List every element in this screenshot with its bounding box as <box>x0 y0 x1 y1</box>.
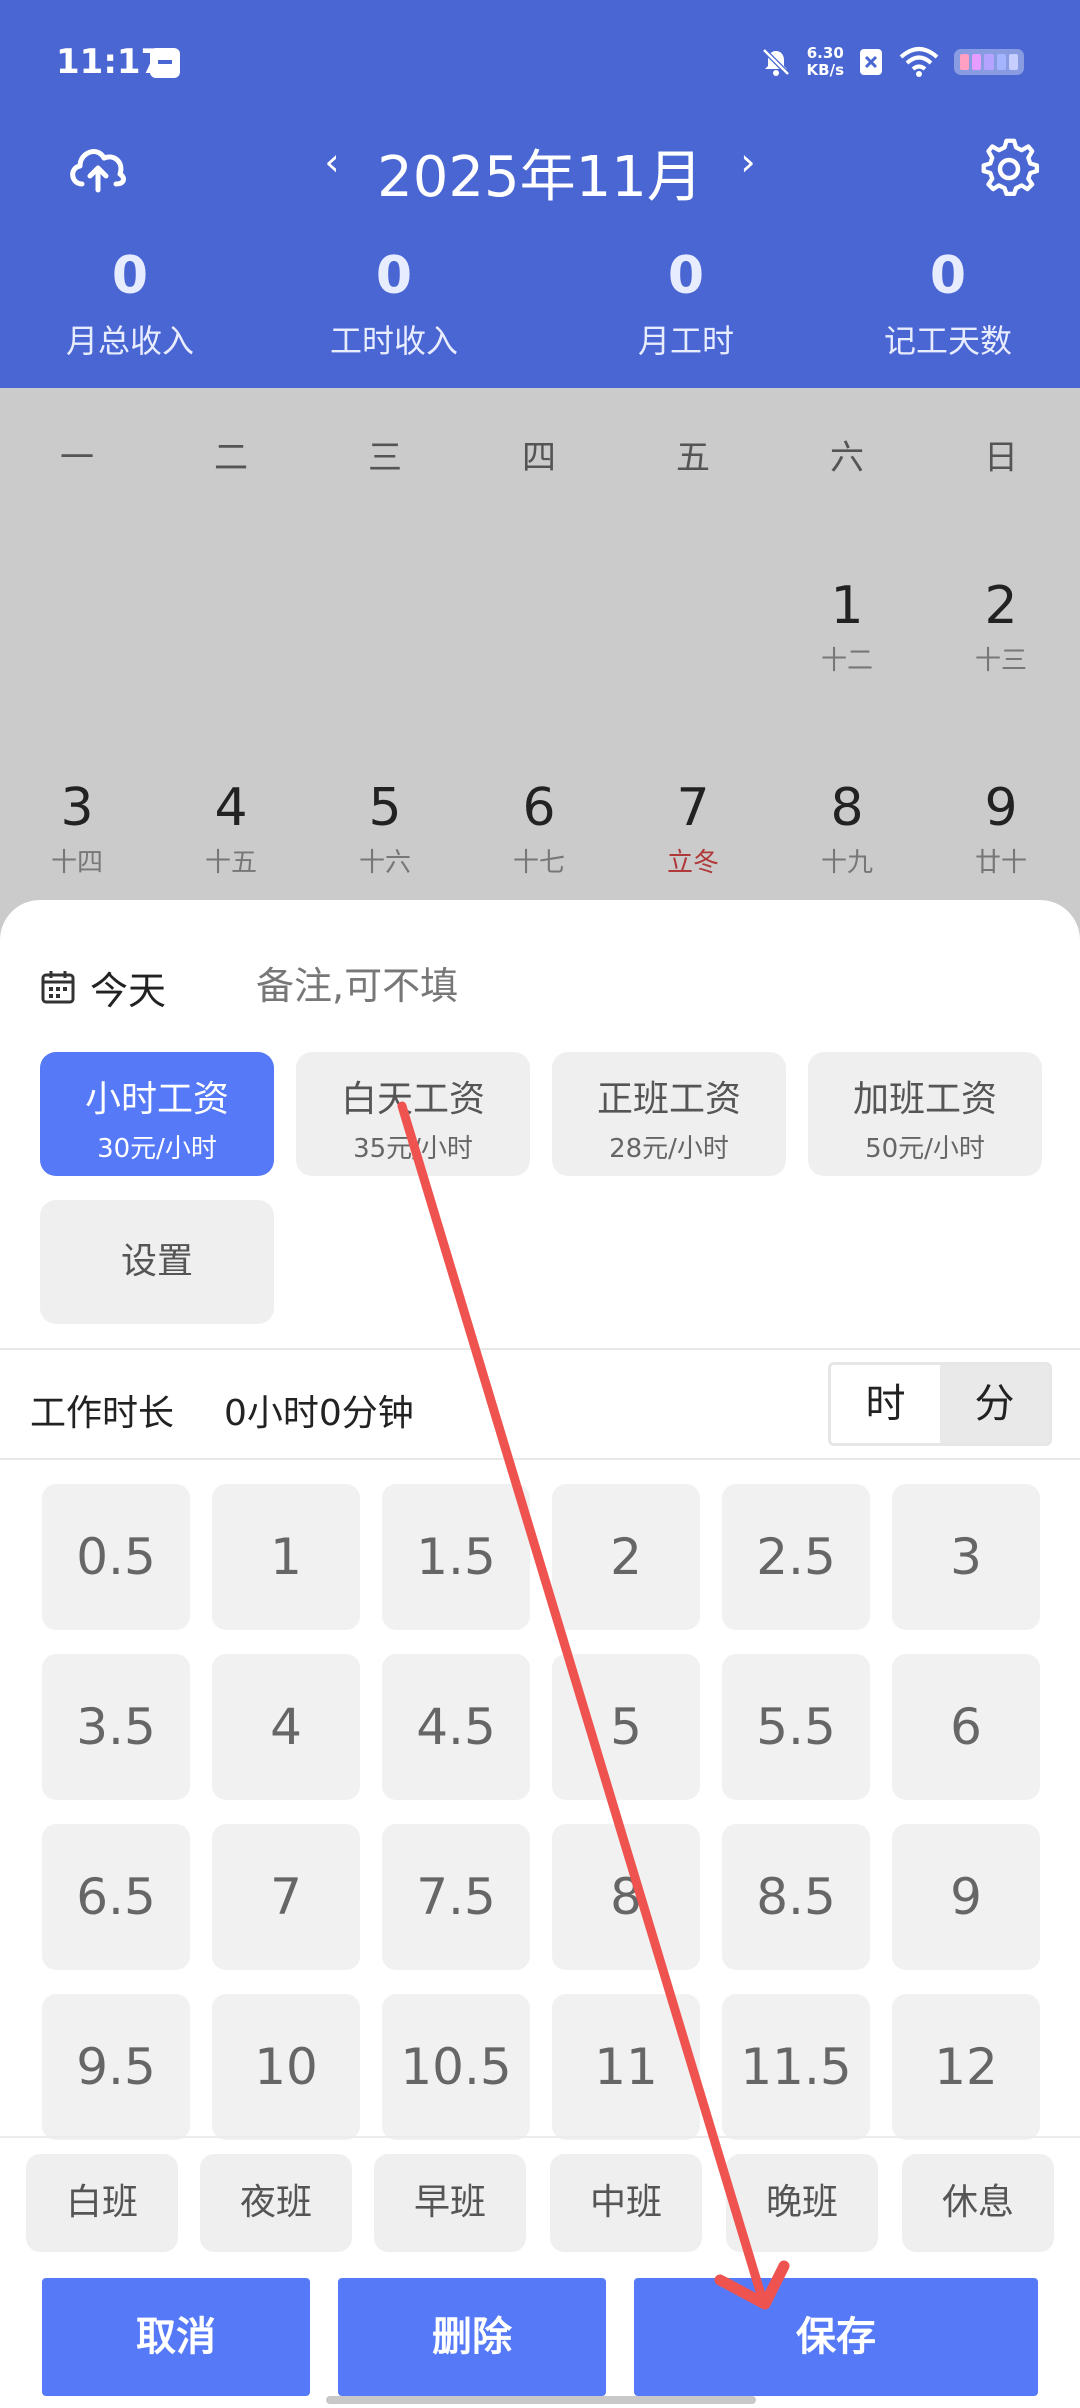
hour-option[interactable]: 5.5 <box>722 1654 870 1800</box>
wage-option-hourly[interactable]: 小时工资 30元/小时 <box>40 1052 274 1176</box>
hour-option[interactable]: 3 <box>892 1484 1040 1630</box>
hour-option[interactable]: 1.5 <box>382 1484 530 1630</box>
hour-option[interactable]: 10.5 <box>382 1994 530 2140</box>
next-month-button[interactable]: › <box>728 140 768 184</box>
hour-option[interactable]: 10 <box>212 1994 360 2140</box>
summary-hourly-income: 0 工时收入 <box>329 246 458 360</box>
unit-toggle: 时 分 <box>828 1362 1052 1446</box>
calendar-day[interactable]: 3 十四 <box>0 778 154 879</box>
calendar-day[interactable]: 4 十五 <box>154 778 308 879</box>
unit-minute-button[interactable]: 分 <box>940 1365 1049 1443</box>
hour-option[interactable]: 7.5 <box>382 1824 530 1970</box>
delete-button[interactable]: 删除 <box>338 2278 606 2396</box>
summary-work-days: 0 记工天数 <box>883 246 1012 360</box>
calendar-icon <box>41 971 75 1004</box>
calendar-day[interactable]: 1 十二 <box>770 576 924 677</box>
month-title: 2025年11月 <box>377 145 703 210</box>
solar-term-label: 立冬 <box>666 848 719 878</box>
hour-option[interactable]: 3.5 <box>42 1654 190 1800</box>
date-label: 今天 <box>90 968 167 1013</box>
weekday-label: 二 <box>214 438 248 478</box>
hour-option[interactable]: 7 <box>212 1824 360 1970</box>
hour-option[interactable]: 2.5 <box>722 1484 870 1630</box>
hour-option[interactable]: 4.5 <box>382 1654 530 1800</box>
weekday-label: 五 <box>676 438 710 478</box>
gear-icon[interactable] <box>978 138 1040 200</box>
unit-hour-button[interactable]: 时 <box>831 1365 940 1443</box>
summary-month-hours: 0 月工时 <box>637 246 734 360</box>
calendar-day[interactable]: 2 十三 <box>924 576 1078 677</box>
date-selector[interactable]: 今天 <box>40 960 166 1014</box>
hour-option[interactable]: 5 <box>552 1654 700 1800</box>
hour-option[interactable]: 1 <box>212 1484 360 1630</box>
hour-option[interactable]: 6.5 <box>42 1824 190 1970</box>
cancel-button[interactable]: 取消 <box>42 2278 310 2396</box>
hour-option[interactable]: 6 <box>892 1654 1040 1800</box>
notification-app-icon <box>150 48 180 78</box>
status-time: 11:17 <box>56 42 165 82</box>
home-indicator <box>326 2396 756 2404</box>
hour-option[interactable]: 9.5 <box>42 1994 190 2140</box>
duration-label: 工作时长 <box>30 1393 175 1434</box>
status-bar: 11:17 6.30 KB/s <box>0 0 1080 128</box>
network-speed: 6.30 KB/s <box>806 44 844 79</box>
note-input[interactable] <box>256 956 756 1016</box>
hour-option[interactable]: 12 <box>892 1994 1040 2140</box>
calendar-day[interactable]: 7 立冬 <box>616 778 770 879</box>
hour-option[interactable]: 8.5 <box>722 1824 870 1970</box>
weekday-label: 日 <box>984 438 1018 478</box>
summary-month-income: 0 月总收入 <box>65 246 194 360</box>
app-header: 11:17 6.30 KB/s ‹ 2025年11月 › 0 月总收入 0 工时… <box>0 0 1080 388</box>
weekday-label: 三 <box>368 438 402 478</box>
hour-option[interactable]: 8 <box>552 1824 700 1970</box>
cloud-upload-icon[interactable] <box>66 138 130 198</box>
hour-option[interactable]: 4 <box>212 1654 360 1800</box>
wage-option-overtime[interactable]: 加班工资 50元/小时 <box>808 1052 1042 1176</box>
hour-option[interactable]: 9 <box>892 1824 1040 1970</box>
bell-muted-icon <box>761 48 790 76</box>
weekday-label: 一 <box>60 438 94 478</box>
calendar-day[interactable]: 6 十七 <box>462 778 616 879</box>
wage-option-regular[interactable]: 正班工资 28元/小时 <box>552 1052 786 1176</box>
calendar-day[interactable]: 5 十六 <box>308 778 462 879</box>
shift-day-button[interactable]: 白班 <box>26 2154 178 2252</box>
weekday-header: 一 二 三 四 五 六 日 <box>0 430 1080 490</box>
sim-off-icon <box>860 49 882 75</box>
save-button[interactable]: 保存 <box>634 2278 1038 2396</box>
weekday-label: 四 <box>522 438 556 478</box>
wage-settings-button[interactable]: 设置 <box>40 1200 274 1324</box>
status-icons: 6.30 KB/s <box>759 40 1024 84</box>
hour-option[interactable]: 11 <box>552 1994 700 2140</box>
weekday-label: 六 <box>830 438 864 478</box>
shift-row: 白班 夜班 早班 中班 晚班 休息 <box>0 2136 1080 2260</box>
hour-option[interactable]: 2 <box>552 1484 700 1630</box>
prev-month-button[interactable]: ‹ <box>312 140 352 184</box>
duration-value: 0小时0分钟 <box>224 1393 414 1434</box>
shift-night-button[interactable]: 夜班 <box>200 2154 352 2252</box>
duration-row: 工作时长 0小时0分钟 时 分 <box>0 1348 1080 1460</box>
hour-option[interactable]: 11.5 <box>722 1994 870 2140</box>
hour-option[interactable]: 0.5 <box>42 1484 190 1630</box>
wage-option-daytime[interactable]: 白天工资 35元/小时 <box>296 1052 530 1176</box>
shift-middle-button[interactable]: 中班 <box>550 2154 702 2252</box>
shift-rest-button[interactable]: 休息 <box>902 2154 1054 2252</box>
shift-morning-button[interactable]: 早班 <box>374 2154 526 2252</box>
battery-icon <box>954 49 1024 75</box>
record-bottom-sheet: 今天 小时工资 30元/小时 白天工资 35元/小时 正班工资 28元/小时 加… <box>0 900 1080 2408</box>
calendar-day[interactable]: 9 廿十 <box>924 778 1078 879</box>
shift-evening-button[interactable]: 晚班 <box>726 2154 878 2252</box>
calendar-day[interactable]: 8 十九 <box>770 778 924 879</box>
wifi-icon <box>899 47 939 77</box>
